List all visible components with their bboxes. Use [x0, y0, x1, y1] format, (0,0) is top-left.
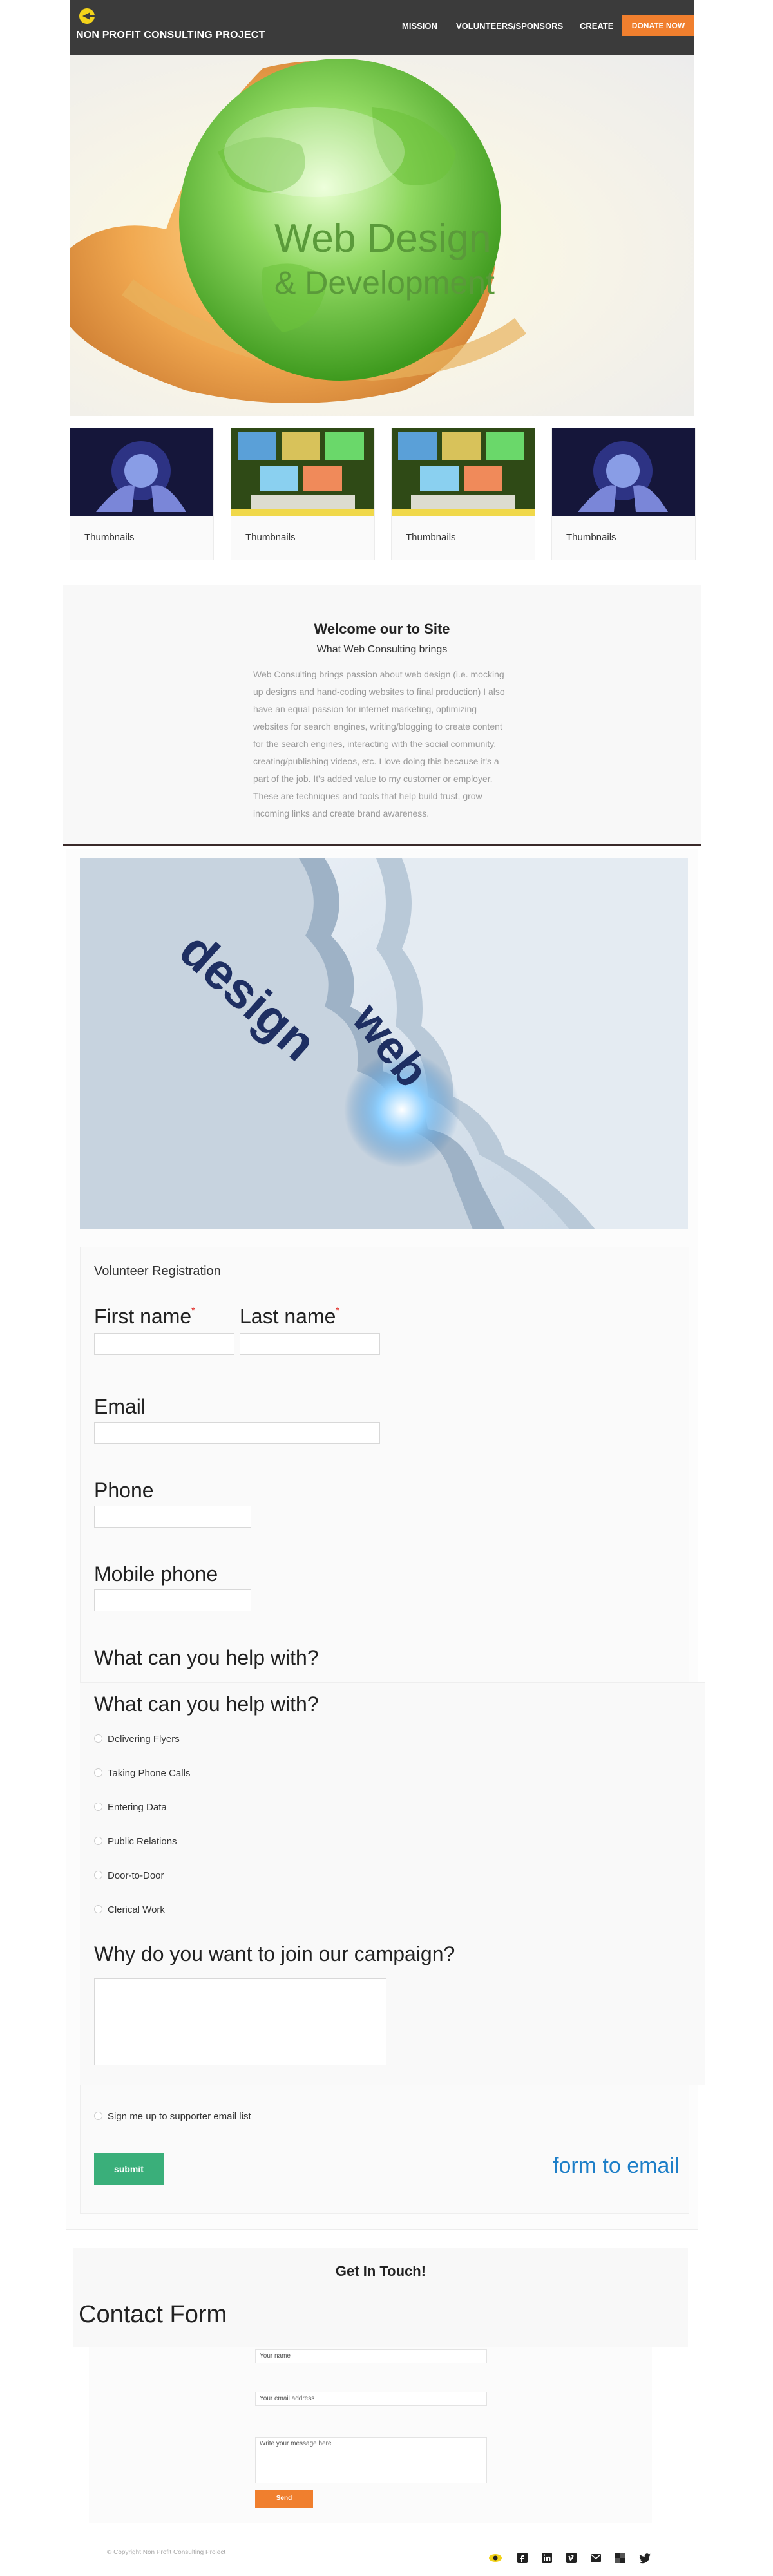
globe-hands-image	[70, 428, 213, 516]
first-name-label: First name*	[94, 1305, 195, 1329]
welcome-subtitle: What Web Consulting brings	[316, 644, 448, 655]
first-name-input[interactable]	[94, 1333, 234, 1355]
twitter-icon[interactable]	[638, 2552, 652, 2564]
checkbox[interactable]	[94, 1837, 102, 1845]
option-door-to-door[interactable]: Door-to-Door	[94, 1870, 164, 1881]
arrow-logo-icon[interactable]	[76, 7, 98, 25]
gear-banner: design web	[80, 858, 688, 1229]
nav-create[interactable]: CREATE	[580, 21, 613, 31]
section-divider	[63, 844, 701, 846]
thumbnail-caption: Thumbnails	[566, 532, 616, 543]
hero-banner: Web Design & Development	[70, 55, 694, 416]
linkedin-icon[interactable]	[540, 2552, 554, 2564]
checkbox[interactable]	[94, 1768, 102, 1777]
delicious-icon[interactable]	[613, 2552, 627, 2564]
contact-name-input[interactable]: Your name	[255, 2349, 487, 2363]
signup-label: Sign me up to supporter email list	[108, 2111, 251, 2122]
contact-form	[89, 2347, 652, 2523]
facebook-icon[interactable]	[515, 2552, 530, 2564]
hero-globe-hand-image: Web Design & Development	[70, 59, 526, 403]
send-button[interactable]: Send	[255, 2490, 313, 2508]
contact-form-title: Contact Form	[79, 2301, 227, 2328]
hero-title-line2: & Development	[274, 265, 495, 301]
option-label: Entering Data	[108, 1802, 167, 1813]
option-label: Delivering Flyers	[108, 1734, 180, 1745]
option-delivering-flyers[interactable]: Delivering Flyers	[94, 1734, 180, 1745]
hero-title-line1: Web Design	[274, 216, 491, 261]
help-label: What can you help with?	[94, 1692, 319, 1716]
phone-input[interactable]	[94, 1506, 251, 1528]
option-entering-data[interactable]: Entering Data	[94, 1802, 167, 1813]
thumbnail-card-3[interactable]: Thumbnails	[391, 428, 535, 560]
checkbox[interactable]	[94, 2112, 102, 2120]
option-label: Public Relations	[108, 1836, 177, 1847]
vimeo-icon[interactable]	[564, 2552, 578, 2564]
donate-now-button[interactable]: DONATE NOW	[622, 15, 694, 36]
contact-email-input[interactable]: Your email address	[255, 2392, 487, 2406]
last-name-label: Last name*	[240, 1305, 339, 1329]
thumbnail-card-4[interactable]: Thumbnails	[551, 428, 696, 560]
email-input[interactable]	[94, 1422, 380, 1444]
last-name-label-text: Last name	[240, 1305, 336, 1328]
contact-title: Get In Touch!	[335, 2263, 426, 2279]
brand-name[interactable]: NON PROFIT CONSULTING PROJECT	[76, 30, 265, 41]
email-label: Email	[94, 1395, 146, 1418]
copyright-text: © Copyright Non Profit Consulting Projec…	[107, 2549, 226, 2556]
required-mark: *	[191, 1305, 195, 1315]
checkbox[interactable]	[94, 1905, 102, 1913]
globe-hands-image	[552, 428, 695, 516]
mobile-phone-input[interactable]	[94, 1589, 251, 1611]
why-join-textarea[interactable]	[94, 1978, 386, 2065]
thumbnail-caption: Thumbnails	[84, 532, 135, 543]
thumbnail-card-2[interactable]: Thumbnails	[231, 428, 375, 560]
welcome-body-text: Web Consulting brings passion about web …	[253, 669, 505, 819]
email-icon[interactable]	[589, 2552, 603, 2564]
thumbnail-caption: Thumbnails	[406, 532, 456, 543]
thumbnail-card-1[interactable]: Thumbnails	[70, 428, 214, 560]
form-title: Volunteer Registration	[94, 1264, 221, 1278]
option-label: Clerical Work	[108, 1904, 165, 1915]
last-name-input[interactable]	[240, 1333, 380, 1355]
supporter-signup[interactable]: Sign me up to supporter email list	[94, 2111, 251, 2122]
option-public-relations[interactable]: Public Relations	[94, 1836, 177, 1847]
nav-volunteers-sponsors[interactable]: VOLUNTEERS/SPONSORS	[456, 21, 563, 31]
design-web-gears-image: design web	[80, 858, 688, 1229]
laptop-screens-image	[231, 428, 374, 516]
help-label-ghost: What can you help with?	[94, 1646, 319, 1669]
thumbnail-caption: Thumbnails	[245, 532, 296, 543]
welcome-title: Welcome our to Site	[314, 621, 450, 637]
option-clerical-work[interactable]: Clerical Work	[94, 1904, 165, 1915]
required-mark: *	[336, 1305, 339, 1315]
option-label: Taking Phone Calls	[108, 1768, 191, 1779]
checkbox[interactable]	[94, 1871, 102, 1879]
checkbox[interactable]	[94, 1803, 102, 1811]
why-join-label: Why do you want to join our campaign?	[94, 1942, 455, 1965]
eye-icon[interactable]	[488, 2552, 502, 2564]
submit-button[interactable]: submit	[94, 2153, 164, 2185]
checkbox[interactable]	[94, 1734, 102, 1743]
option-label: Door-to-Door	[108, 1870, 164, 1881]
form-to-email-link[interactable]: form to email	[553, 2154, 680, 2179]
contact-message-textarea[interactable]: Write your message here	[255, 2437, 487, 2483]
nav-mission[interactable]: MISSION	[402, 21, 437, 31]
phone-label: Phone	[94, 1479, 154, 1502]
option-taking-phone-calls[interactable]: Taking Phone Calls	[94, 1768, 190, 1779]
mobile-phone-label: Mobile phone	[94, 1562, 218, 1586]
laptop-screens-image	[392, 428, 535, 516]
first-name-label-text: First name	[94, 1305, 192, 1328]
